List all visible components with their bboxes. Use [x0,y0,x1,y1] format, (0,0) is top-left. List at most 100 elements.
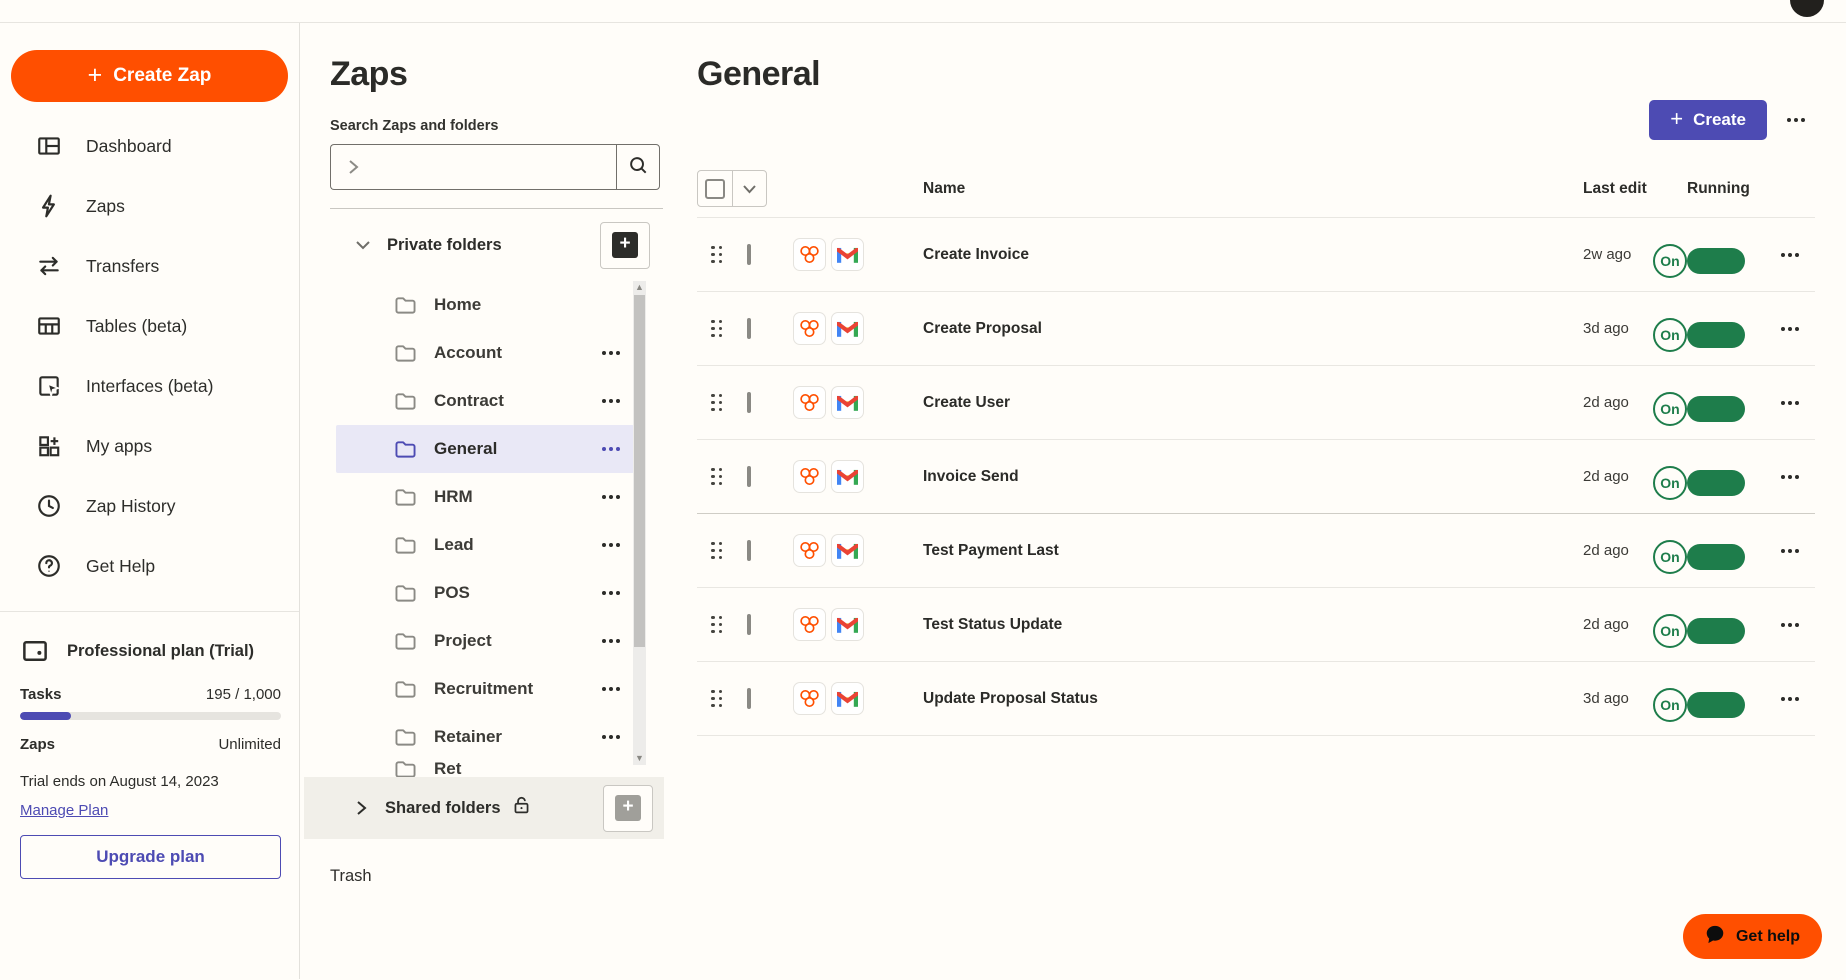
zap-more-menu-button[interactable] [1771,236,1809,274]
create-zap-button[interactable]: + Create Zap [11,50,288,102]
sidebar-item-my-apps[interactable]: My apps [0,416,299,476]
folder-more-menu-icon[interactable] [602,351,620,355]
gmail-icon [831,608,864,641]
zap-name[interactable]: Invoice Send [915,468,1575,486]
zap-row: Update Proposal Status 3d ago On [697,662,1815,736]
scroll-down-arrow[interactable]: ▼ [633,752,646,765]
row-checkbox[interactable] [747,539,751,561]
search-input[interactable] [330,144,616,190]
folder-item-home[interactable]: Home [336,281,634,329]
folder-more-menu-icon[interactable] [602,399,620,403]
sidebar-item-label: Transfers [86,255,160,276]
drag-handle-icon[interactable] [711,689,723,708]
sidebar-item-interfaces-beta[interactable]: Interfaces (beta) [0,356,299,416]
chevron-down-icon[interactable] [354,239,372,251]
zap-row: Test Payment Last 2d ago On [697,514,1815,588]
folder-label: Home [434,295,482,314]
row-checkbox[interactable] [747,391,751,413]
folder-more-menu-icon[interactable] [602,687,620,691]
sidebar-item-zaps[interactable]: Zaps [0,176,299,236]
folder-more-menu-icon[interactable] [602,447,620,451]
toggle-knob: On [1653,539,1687,574]
folder-item-retainer[interactable]: Retainer [336,713,634,761]
search-button[interactable] [616,144,660,190]
shared-folders-row[interactable]: Shared folders + [304,777,664,839]
folder-more-menu-button[interactable] [1777,101,1815,139]
drag-handle-icon[interactable] [711,467,723,486]
plus-icon: + [615,795,641,821]
folder-more-menu-icon[interactable] [602,639,620,643]
select-all-checkbox[interactable] [704,178,725,199]
folder-label: HRM [434,487,473,506]
row-checkbox[interactable] [747,613,751,635]
create-button-label: Create [1693,110,1746,129]
drag-handle-icon[interactable] [711,245,723,264]
zap-app-icons [783,608,915,641]
folder-more-menu-icon[interactable] [602,735,620,739]
user-avatar[interactable] [1790,0,1824,17]
create-button[interactable]: + Create [1649,100,1767,140]
chevron-right-icon[interactable] [354,799,368,817]
folder-scrollbar[interactable]: ▲ ▼ [633,281,646,765]
drag-handle-icon[interactable] [711,393,723,412]
add-shared-folder-button[interactable]: + [603,784,653,832]
zap-more-menu-button[interactable] [1771,606,1809,644]
zap-name[interactable]: Test Status Update [915,616,1575,634]
zap-more-menu-button[interactable] [1771,680,1809,718]
folder-more-menu-icon[interactable] [602,591,620,595]
sidebar-item-dashboard[interactable]: Dashboard [0,116,299,176]
folder-item-lead[interactable]: Lead [336,521,634,569]
sidebar-item-transfers[interactable]: Transfers [0,236,299,296]
row-checkbox[interactable] [747,243,751,265]
transfers-icon [36,253,62,279]
folder-item-ret[interactable]: Ret [336,761,634,777]
row-checkbox[interactable] [747,317,751,339]
upgrade-plan-button[interactable]: Upgrade plan [20,835,281,879]
sidebar-item-label: Tables (beta) [86,315,188,336]
webhooks-icon [793,460,826,493]
row-checkbox[interactable] [747,465,751,487]
drag-handle-icon[interactable] [711,319,723,338]
zap-name[interactable]: Create Proposal [915,320,1575,338]
create-zap-label: Create Zap [113,65,212,86]
zap-more-menu-button[interactable] [1771,310,1809,348]
zap-more-menu-button[interactable] [1771,458,1809,496]
zap-more-menu-button[interactable] [1771,384,1809,422]
folder-more-menu-icon[interactable] [602,495,620,499]
folder-item-recruitment[interactable]: Recruitment [336,665,634,713]
zap-name[interactable]: Test Payment Last [915,542,1575,560]
add-private-folder-button[interactable]: + [600,221,650,269]
sidebar-item-tables-beta[interactable]: Tables (beta) [0,296,299,356]
folder-item-pos[interactable]: POS [336,569,634,617]
folders-panel: Zaps Search Zaps and folders Private fol… [300,23,665,979]
get-help-fab[interactable]: Get help [1682,914,1822,959]
trash-link[interactable]: Trash [330,867,665,886]
folder-label: POS [434,583,470,602]
drag-handle-icon[interactable] [711,541,723,560]
scrollbar-thumb[interactable] [634,295,645,647]
drag-handle-icon[interactable] [711,615,723,634]
select-all-chevron[interactable] [731,171,767,206]
folder-more-menu-icon[interactable] [602,543,620,547]
folder-item-account[interactable]: Account [336,329,634,377]
select-all-split-button[interactable] [697,170,767,207]
folder-item-general[interactable]: General [336,425,634,473]
toggle-knob: On [1653,465,1687,500]
gmail-icon [831,386,864,419]
zap-name[interactable]: Create User [915,394,1575,412]
zap-name[interactable]: Update Proposal Status [915,690,1575,708]
folder-icon [394,439,417,459]
folder-item-contract[interactable]: Contract [336,377,634,425]
folder-item-project[interactable]: Project [336,617,634,665]
scroll-up-arrow[interactable]: ▲ [633,281,646,294]
main-panel: General + Create Name Last edit Running [665,23,1846,979]
sidebar-item-zap-history[interactable]: Zap History [0,476,299,536]
zap-name[interactable]: Create Invoice [915,246,1575,264]
webhooks-icon [793,386,826,419]
folder-label: Recruitment [434,679,534,698]
zap-more-menu-button[interactable] [1771,532,1809,570]
sidebar-item-get-help[interactable]: Get Help [0,536,299,596]
manage-plan-link[interactable]: Manage Plan [20,802,108,819]
folder-item-hrm[interactable]: HRM [336,473,634,521]
row-checkbox[interactable] [747,687,751,709]
